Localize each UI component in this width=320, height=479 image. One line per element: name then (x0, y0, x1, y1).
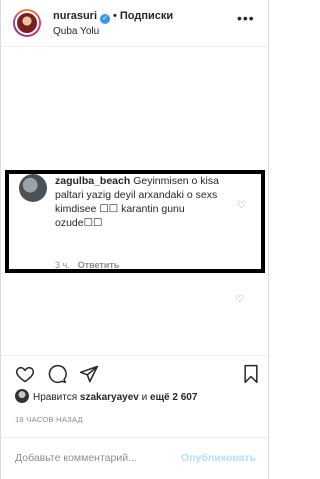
liker-username[interactable]: szakaryayev (80, 392, 139, 403)
likes-count[interactable]: ещё 2 607 (150, 392, 197, 403)
post-timestamp[interactable]: 18 ЧАСОВ НАЗАД (15, 415, 83, 424)
liker-avatar[interactable] (15, 389, 29, 403)
send-icon[interactable] (79, 364, 99, 384)
highlighted-comment: zagulba_beach Geyinmisen o kisa paltari … (5, 170, 265, 273)
bookmark-icon[interactable] (241, 364, 261, 384)
reply-button[interactable]: Ответить (78, 260, 120, 270)
publish-button[interactable]: Опубликовать (181, 452, 256, 464)
avatar[interactable] (13, 9, 41, 37)
follow-button[interactable]: Подписки (120, 10, 173, 22)
location-link[interactable]: Quba Yolu (53, 26, 99, 37)
verified-badge-icon: ✓ (100, 14, 111, 24)
author-line: nurasuri ✓ • Подписки (53, 10, 173, 24)
add-comment-bar: Опубликовать (1, 437, 270, 479)
heart-icon[interactable] (15, 364, 35, 384)
comment-meta: 3 ч. Ответить (55, 260, 119, 270)
action-bar (1, 355, 270, 385)
comment-username[interactable]: zagulba_beach (55, 175, 130, 187)
post-panel: nurasuri ✓ • Подписки Quba Yolu ••• zagulba… (0, 0, 270, 479)
author-username[interactable]: nurasuri (53, 10, 97, 22)
likes-prefix: Нравится (33, 392, 80, 403)
likes-middle: и (138, 392, 151, 403)
post-header: nurasuri ✓ • Подписки Quba Yolu ••• (1, 0, 270, 47)
comment-like-heart-icon[interactable]: ♡ (237, 200, 246, 211)
comment-icon[interactable] (47, 364, 67, 384)
more-options-icon[interactable]: ••• (237, 10, 255, 26)
comment-body: zagulba_beach Geyinmisen o kisa paltari … (55, 174, 231, 230)
comment-avatar[interactable] (19, 174, 47, 202)
comment-time: 3 ч. (55, 260, 70, 270)
second-comment-heart-icon[interactable]: ♡ (235, 294, 244, 305)
separator-dot: • (113, 10, 117, 22)
likes-summary: Нравится szakaryayev и ещё 2 607 (15, 389, 197, 403)
comment-input[interactable] (15, 448, 175, 468)
